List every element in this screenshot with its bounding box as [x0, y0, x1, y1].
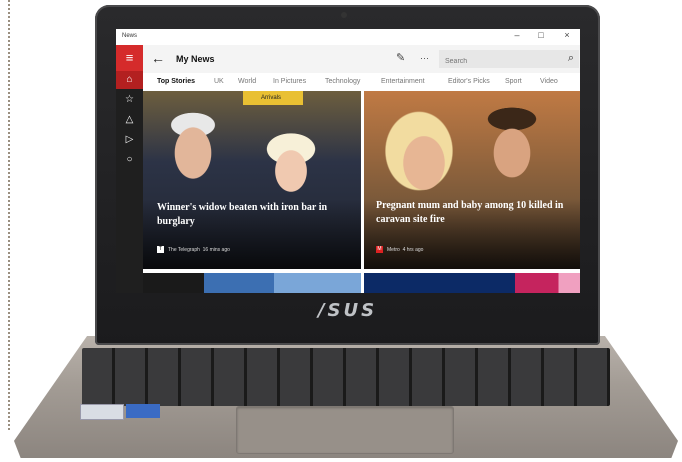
arrow-left-icon[interactable]: ←: [151, 50, 165, 66]
search-box: ⌕: [439, 50, 579, 71]
tab-editors-picks[interactable]: Editor's Picks: [448, 78, 490, 85]
home-icon[interactable]: ⌂: [116, 71, 143, 89]
news-grid: Arrivals Winner's widow beaten with iron…: [143, 91, 580, 293]
story-source: Metro: [387, 246, 400, 253]
source-logo-icon: T: [157, 246, 164, 253]
app-header: ← My News ✎ ··· ⌕: [143, 45, 580, 73]
tab-entertainment[interactable]: Entertainment: [381, 78, 425, 85]
story-headline: Pregnant mum and baby among 10 killed in…: [376, 200, 564, 225]
tab-uk[interactable]: UK: [214, 78, 224, 85]
category-tabs: Top Stories UK World In Pictures Technol…: [143, 73, 580, 91]
arrivals-sign: Arrivals: [243, 91, 303, 105]
search-input[interactable]: [439, 52, 555, 71]
webcam: [341, 12, 347, 18]
page-title: My News: [176, 54, 215, 64]
maximize-button[interactable]: □: [532, 30, 550, 40]
interests-icon[interactable]: ☆: [116, 91, 143, 109]
story-meta: M Metro 4 hrs ago: [376, 246, 423, 253]
window-title: News: [122, 33, 138, 39]
ellipsis-icon[interactable]: ···: [420, 53, 429, 63]
menu-icon[interactable]: ≡: [116, 45, 143, 71]
video-icon[interactable]: ▷: [116, 131, 143, 149]
news-card[interactable]: Arrivals Winner's widow beaten with iron…: [143, 91, 361, 269]
news-card-preview[interactable]: [364, 273, 580, 293]
app-window: News – □ × ≡ ⌂ ☆ △ ▷ ○ ← My News ✎ ··· ⌕…: [116, 29, 580, 293]
tab-technology[interactable]: Technology: [325, 78, 360, 85]
story-source: The Telegraph: [168, 246, 200, 253]
tab-in-pictures[interactable]: In Pictures: [273, 78, 306, 85]
minimize-button[interactable]: –: [508, 30, 526, 40]
news-card[interactable]: Pregnant mum and baby among 10 killed in…: [364, 91, 580, 269]
windows-sticker: [126, 404, 160, 418]
tab-sport[interactable]: Sport: [505, 78, 522, 85]
close-button[interactable]: ×: [558, 30, 576, 40]
title-bar: News – □ ×: [116, 29, 580, 45]
touchpad: [236, 406, 454, 454]
chat-icon[interactable]: ○: [116, 151, 143, 169]
tab-video[interactable]: Video: [540, 78, 558, 85]
local-icon[interactable]: △: [116, 111, 143, 129]
sidebar: ≡ ⌂ ☆ △ ▷ ○: [116, 45, 143, 293]
story-headline: Winner's widow beaten with iron bar in b…: [157, 202, 328, 227]
source-logo-icon: M: [376, 246, 383, 253]
laptop-keyboard: [82, 348, 610, 406]
story-meta: T The Telegraph 16 mins ago: [157, 246, 230, 253]
news-card-preview[interactable]: [143, 273, 361, 293]
tab-top-stories[interactable]: Top Stories: [157, 78, 195, 85]
dotted-margin-line: [8, 0, 10, 430]
tab-world[interactable]: World: [238, 78, 256, 85]
search-icon[interactable]: ⌕: [568, 52, 574, 65]
pencil-icon[interactable]: ✎: [396, 51, 405, 64]
sticker: [80, 404, 124, 420]
laptop-brand-logo: /SUS: [317, 300, 378, 321]
story-time: 16 mins ago: [202, 246, 230, 253]
story-time: 4 hrs ago: [402, 246, 424, 253]
